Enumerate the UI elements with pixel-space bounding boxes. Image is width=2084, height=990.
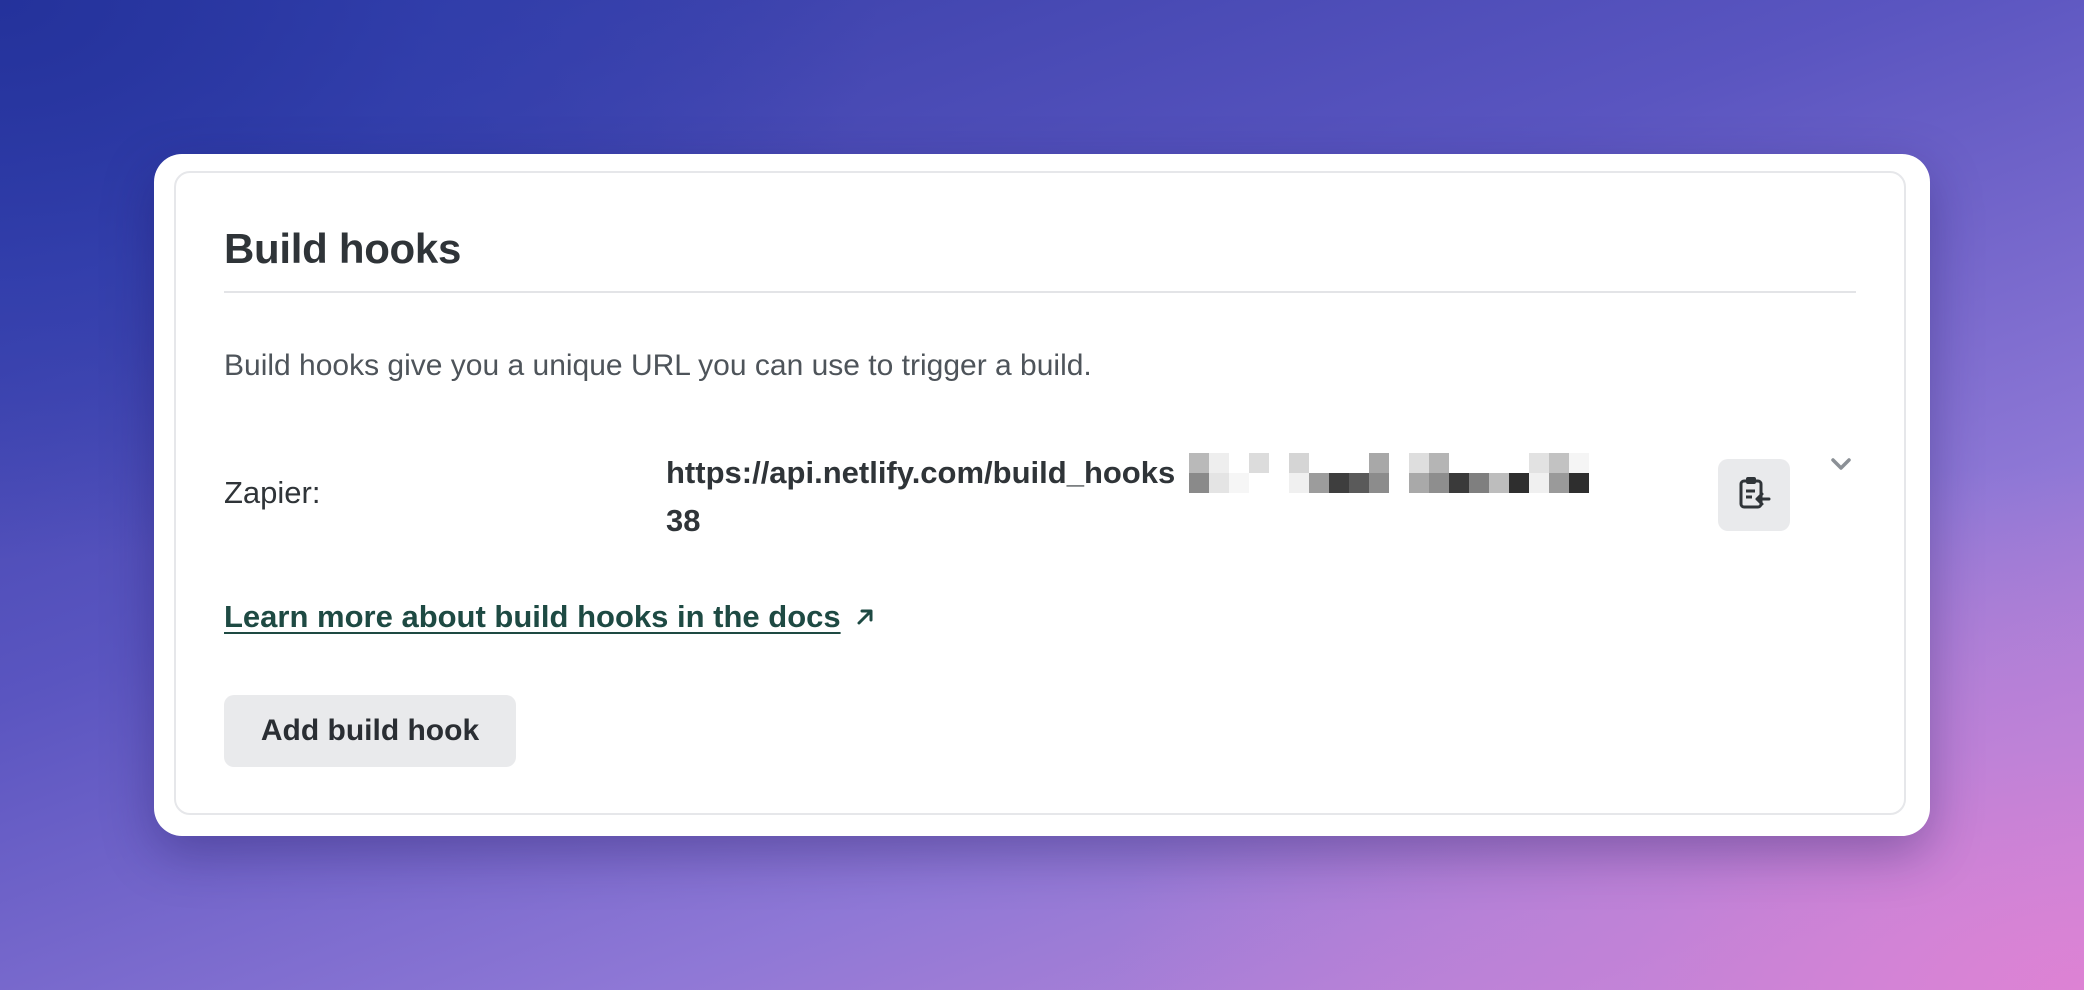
docs-link[interactable]: Learn more about build hooks in the docs	[224, 599, 875, 635]
chevron-down-icon	[1830, 457, 1852, 476]
redacted-token	[1189, 453, 1590, 493]
copy-url-button[interactable]	[1718, 459, 1790, 531]
hook-url-suffix: 38	[666, 503, 701, 538]
external-arrow-icon	[855, 607, 875, 627]
section-title: Build hooks	[224, 225, 462, 272]
add-build-hook-button[interactable]: Add build hook	[224, 695, 516, 767]
hook-url: https://api.netlify.com/build_hooks 38	[666, 449, 1626, 545]
clipboard-copy-icon	[1737, 475, 1771, 516]
expand-hook-button[interactable]	[1826, 451, 1856, 481]
hook-label: Zapier:	[224, 475, 321, 510]
title-divider	[224, 291, 1856, 293]
section-description: Build hooks give you a unique URL you ca…	[224, 349, 1092, 382]
build-hooks-card: Build hooks Build hooks give you a uniqu…	[174, 171, 1906, 815]
build-hooks-panel: Build hooks Build hooks give you a uniqu…	[154, 154, 1930, 836]
docs-link-label: Learn more about build hooks in the docs	[224, 599, 841, 634]
hook-url-text: https://api.netlify.com/build_hooks	[666, 455, 1176, 490]
